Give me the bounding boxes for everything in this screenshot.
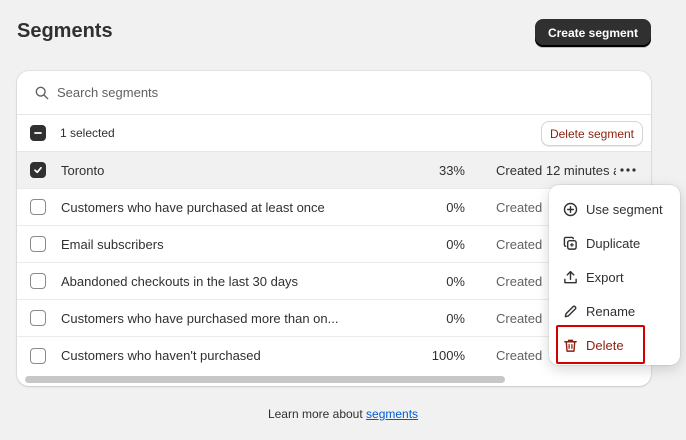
duplicate-icon: [563, 236, 577, 250]
row-checkbox[interactable]: [30, 310, 46, 326]
horizontal-scrollbar[interactable]: [25, 376, 505, 383]
menu-item-label: Duplicate: [586, 235, 641, 251]
menu-item-export[interactable]: Export: [555, 261, 675, 293]
segment-percent: 0%: [446, 236, 465, 252]
select-all-checkbox[interactable]: [30, 125, 46, 141]
segment-percent: 0%: [446, 273, 465, 289]
export-icon: [564, 270, 577, 283]
menu-item-rename[interactable]: Rename: [555, 295, 675, 327]
row-checkbox[interactable]: [30, 236, 46, 252]
segment-name[interactable]: Toronto: [61, 163, 104, 178]
segment-name[interactable]: Abandoned checkouts in the last 30 days: [61, 274, 298, 289]
check-icon: [34, 166, 42, 174]
row-actions-menu: Use segment Duplicate Export Rename Dele…: [549, 185, 680, 365]
minus-icon: [34, 132, 42, 134]
plus-circle-icon: [563, 202, 578, 216]
segment-percent: 0%: [446, 310, 465, 326]
footer-text: Learn more about: [267, 407, 367, 421]
menu-item-label: Rename: [586, 303, 636, 319]
row-checkbox[interactable]: [30, 347, 46, 364]
delete-segment-button[interactable]: Delete segment: [540, 121, 643, 146]
pencil-icon: [564, 305, 577, 317]
row-checkbox[interactable]: [30, 162, 46, 178]
search-icon: [35, 86, 49, 99]
segment-name[interactable]: Customers who have purchased more than o…: [61, 311, 338, 326]
menu-item-duplicate[interactable]: Duplicate: [555, 227, 675, 259]
page-title: Segments: [17, 20, 113, 42]
segment-name[interactable]: Customers who have purchased at least on…: [61, 200, 325, 215]
segment-percent: 33%: [438, 162, 465, 178]
segment-name[interactable]: Email subscribers: [61, 237, 164, 252]
table-row[interactable]: Toronto 33% Created 12 minutes ago: [17, 152, 651, 189]
menu-item-delete[interactable]: Delete: [555, 329, 675, 361]
segment-percent: 100%: [431, 348, 465, 363]
footer-help: Learn more about segments: [0, 407, 686, 421]
segments-help-link[interactable]: segments: [366, 407, 418, 421]
more-actions-button[interactable]: [618, 160, 638, 180]
row-checkbox[interactable]: [30, 199, 46, 215]
bulk-actions-bar: 1 selected Delete segment: [17, 115, 651, 152]
menu-item-use-segment[interactable]: Use segment: [555, 193, 675, 225]
create-segment-button[interactable]: Create segment: [535, 19, 651, 47]
search-input[interactable]: [57, 85, 557, 100]
row-checkbox[interactable]: [30, 273, 46, 289]
menu-item-label: Delete: [586, 337, 624, 353]
menu-item-label: Use segment: [586, 201, 663, 217]
menu-item-label: Export: [586, 269, 624, 285]
trash-icon: [564, 339, 577, 352]
ellipsis-icon: [620, 168, 636, 172]
search-bar: [17, 71, 651, 115]
selected-count: 1 selected: [60, 126, 115, 140]
segment-percent: 0%: [446, 199, 465, 215]
segment-name[interactable]: Customers who haven't purchased: [61, 348, 261, 363]
segment-created: Created 12 minutes ago: [496, 162, 616, 178]
